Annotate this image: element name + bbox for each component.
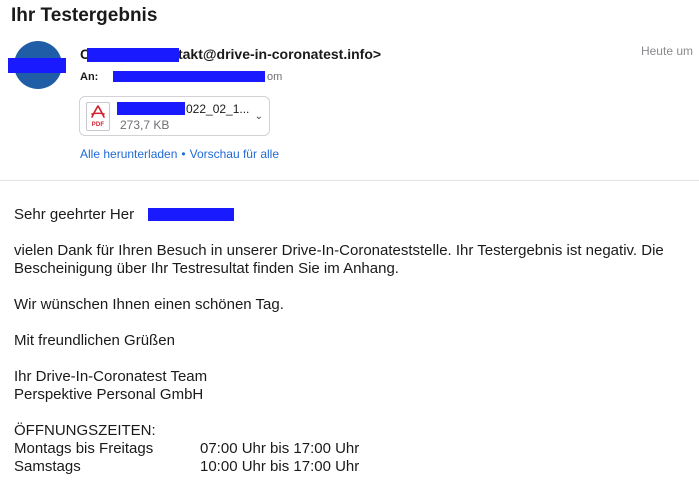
pdf-badge: PDF [91,122,105,128]
attachment-size: 273,7 KB [120,118,170,132]
hours-day: Samstags [14,458,81,475]
recipient-fragment: om [267,71,283,83]
header-divider [0,180,699,181]
separator-dot: • [181,147,186,161]
hours-time: 07:00 Uhr bis 17:00 Uhr [200,440,360,457]
greeting-start: Sehr geehrter Her [14,206,135,223]
hours-row: Montags bis Freitags 07:00 Uhr bis 17:00 … [14,440,694,458]
body-paragraph: vielen Dank für Ihren Besuch in unserer … [14,242,664,277]
redaction-bar [117,102,185,115]
pdf-file-icon: PDF [86,102,110,131]
hours-day: Montags bis Freitags [14,440,154,457]
hours-title: ÖFFNUNGSZEITEN: [14,422,156,439]
hours-time: 10:00 Uhr bis 17:00 Uhr [200,458,360,475]
recipient-label: An: [80,71,99,83]
redaction-bar [148,208,234,221]
signature-line: Ihr Drive-In-Coronatest Team [14,368,208,385]
redaction-bar [87,48,179,62]
preview-all-link[interactable]: Vorschau für alle [190,147,279,161]
download-all-link[interactable]: Alle herunterladen [80,147,177,161]
hours-row: Samstags 10:00 Uhr bis 17:00 Uhr [14,458,694,476]
email-timestamp: Heute um [640,44,693,58]
body-paragraph: Wir wünschen Ihnen einen schönen Tag. [14,296,284,313]
attachment-actions: Alle herunterladen • Vorschau für alle [80,147,279,161]
attachment-name-fragment: 022_02_1... [186,102,250,116]
email-subject: Ihr Testergebnis [11,5,158,26]
signature-line: Perspektive Personal GmbH [14,386,204,403]
closing-line: Mit freundlichen Grüßen [14,332,175,349]
redaction-bar [113,71,265,82]
chevron-down-icon[interactable]: ⌄ [255,111,263,122]
sender-address: <kontakt@drive-in-coronatest.info> [144,46,382,62]
email-view: Ihr Testergebnis Cker <kontakt@drive-in-… [0,0,699,487]
redaction-bar [8,58,66,73]
email-body: Sehr geehrter Her, vielen Dank für Ihren… [14,206,694,476]
greeting: Sehr geehrter Her, [14,206,694,224]
